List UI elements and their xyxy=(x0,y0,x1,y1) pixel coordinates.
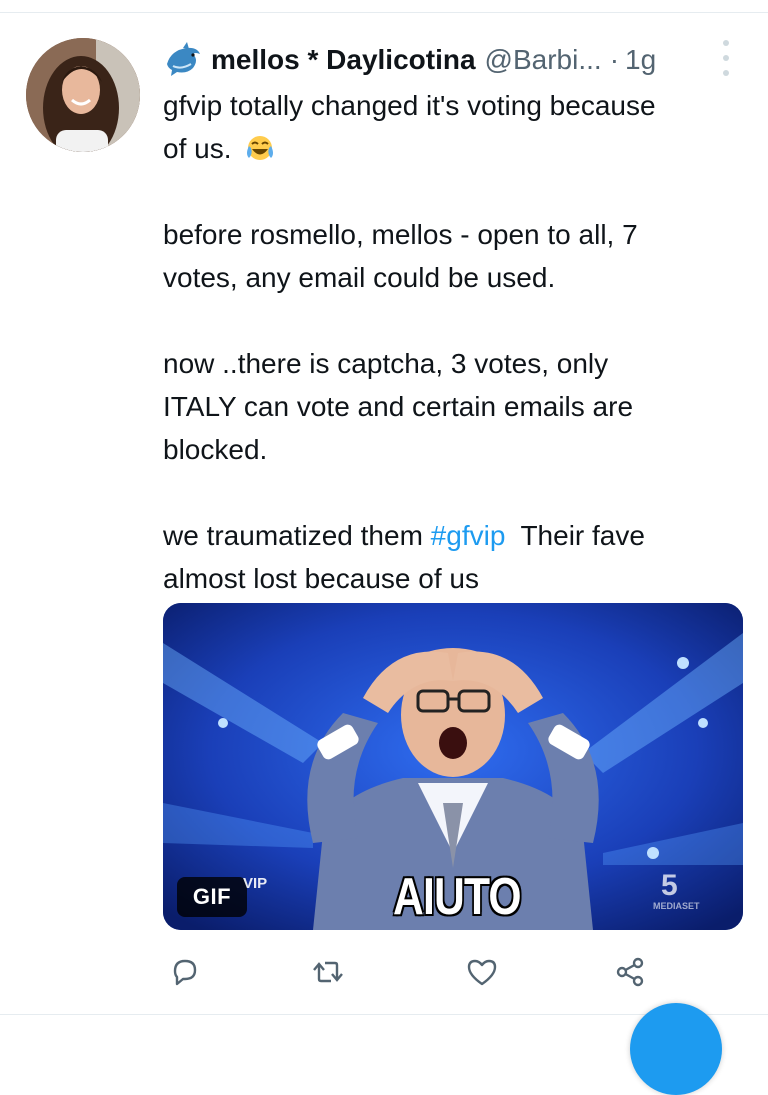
channel-logo: 5 xyxy=(661,869,678,902)
compose-fab-button[interactable] xyxy=(630,1003,722,1095)
avatar-image xyxy=(26,38,140,152)
heart-icon xyxy=(467,959,497,986)
watermark-vip: VIP xyxy=(243,875,268,892)
separator-dot: · xyxy=(609,44,620,75)
hashtag-link[interactable]: #gfvip xyxy=(431,520,506,551)
tears-of-joy-emoji-icon xyxy=(247,136,274,160)
tweet-header: mellos * Daylicotina @Barbi... · 1g xyxy=(163,38,743,82)
gif-caption: AIUTO xyxy=(393,868,522,926)
user-handle[interactable]: @Barbi... xyxy=(485,44,602,76)
text-line: of us. xyxy=(163,127,748,170)
avatar[interactable] xyxy=(26,38,140,152)
reply-button[interactable] xyxy=(160,948,208,996)
more-vertical-icon[interactable] xyxy=(718,40,734,76)
retweet-icon xyxy=(313,961,343,983)
gif-media[interactable]: GIF VIP AIUTO 5 MEDIASET xyxy=(163,603,743,930)
top-divider xyxy=(0,12,768,13)
text-line: now ..there is captcha, 3 votes, only xyxy=(163,348,609,379)
like-button[interactable] xyxy=(458,948,506,996)
action-bar xyxy=(0,948,768,998)
text-line: blocked. xyxy=(163,434,268,465)
dolphin-icon xyxy=(167,42,200,76)
text-line: ITALY can vote and certain emails are xyxy=(163,391,634,422)
display-name[interactable]: mellos * Daylicotina xyxy=(211,44,476,76)
tweet-text: gfvip totally changed it's voting becaus… xyxy=(163,84,748,600)
channel-logo-sub: MEDIASET xyxy=(653,901,700,911)
share-icon xyxy=(616,957,644,987)
text-line: before rosmello, mellos - open to all, 7 xyxy=(163,219,638,250)
timestamp[interactable]: 1g xyxy=(625,44,656,76)
text-line: we traumatized them #gfvip Their fave xyxy=(163,520,645,551)
reply-icon xyxy=(173,959,197,986)
text-line: votes, any email could be used. xyxy=(163,262,556,293)
text-line: almost lost because of us xyxy=(163,563,479,594)
gif-badge: GIF xyxy=(177,877,247,917)
retweet-button[interactable] xyxy=(304,948,352,996)
share-button[interactable] xyxy=(606,948,654,996)
text-line: gfvip totally changed it's voting becaus… xyxy=(163,90,656,121)
